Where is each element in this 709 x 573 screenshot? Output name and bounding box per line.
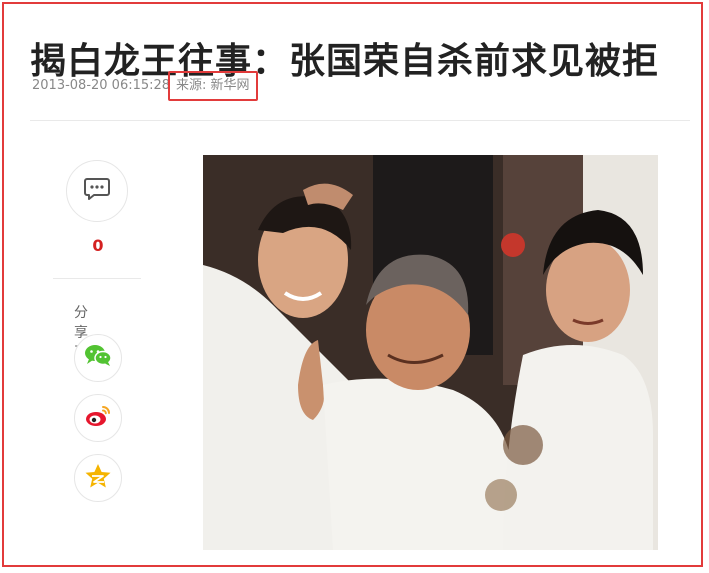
publish-time: 2013-08-20 06:15:28 [32,78,171,93]
qzone-star-icon [84,463,112,493]
weibo-icon [84,404,112,432]
share-wechat-button[interactable] [74,334,122,382]
share-qzone-button[interactable] [74,454,122,502]
comment-count: 0 [92,236,104,255]
comment-button[interactable] [66,160,128,222]
comment-icon [83,176,111,206]
article-source[interactable]: 来源: 新华网 [168,71,258,101]
share-weibo-button[interactable] [74,394,122,442]
article-photo [203,155,658,550]
header-divider [30,120,690,121]
wechat-icon [84,344,112,372]
sidebar-divider [53,278,141,279]
article-title: 揭白龙王往事：张国荣自杀前求见被拒 [30,41,660,83]
